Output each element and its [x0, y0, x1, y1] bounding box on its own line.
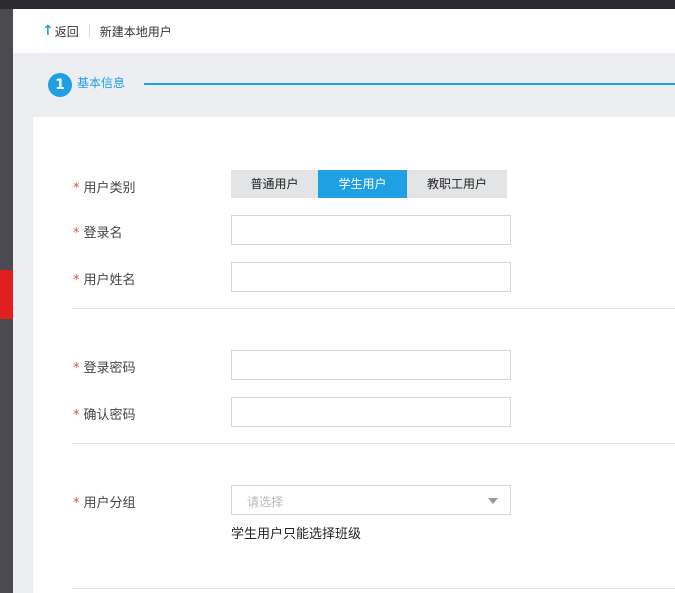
password-label: * 登录密码: [73, 361, 136, 376]
section-divider: [72, 443, 675, 444]
password-row: * 登录密码: [33, 350, 675, 380]
header-separator: [88, 24, 90, 38]
required-mark: *: [73, 361, 80, 376]
required-mark: *: [73, 181, 80, 196]
page-title: 新建本地用户: [99, 24, 172, 39]
user-group-row: * 用户分组 请选择: [33, 485, 675, 515]
user-group-select[interactable]: 请选择: [231, 485, 511, 515]
form-panel: * 用户类别 普通用户 学生用户 教职工用户 * 登录名 * 用户姓名 * 登录密码 *…: [33, 117, 675, 593]
confirm-password-row: * 确认密码: [33, 397, 675, 427]
user-type-option-normal[interactable]: 普通用户: [231, 170, 318, 198]
section-divider: [72, 308, 675, 309]
user-group-label: * 用户分组: [73, 496, 136, 511]
required-mark: *: [73, 273, 80, 288]
confirm-password-input[interactable]: [231, 397, 511, 427]
user-type-selector: 普通用户 学生用户 教职工用户: [231, 170, 507, 198]
caret-down-icon: [488, 498, 498, 504]
step-indicator: 1 基本信息: [13, 53, 675, 117]
page-header: ↑ 返回 新建本地用户: [13, 9, 675, 53]
user-type-option-staff[interactable]: 教职工用户: [407, 170, 507, 198]
user-type-row: * 用户类别 普通用户 学生用户 教职工用户: [33, 170, 675, 200]
login-name-input[interactable]: [231, 215, 511, 245]
required-mark: *: [73, 408, 80, 423]
real-name-row: * 用户姓名: [33, 262, 675, 292]
step-number: 1: [48, 73, 72, 97]
back-label: 返回: [54, 24, 79, 39]
section-divider: [72, 588, 675, 589]
password-input[interactable]: [231, 350, 511, 380]
real-name-label: * 用户姓名: [73, 273, 136, 288]
left-sidebar-strip: [0, 9, 13, 593]
user-group-placeholder: 请选择: [247, 495, 284, 509]
back-button[interactable]: ↑ 返回: [42, 23, 79, 40]
required-mark: *: [73, 226, 80, 241]
user-type-label: * 用户类别: [73, 181, 136, 196]
user-type-option-student[interactable]: 学生用户: [318, 170, 407, 198]
login-name-row: * 登录名: [33, 215, 675, 245]
user-group-hint: 学生用户只能选择班级: [231, 527, 362, 542]
confirm-password-label: * 确认密码: [73, 408, 136, 423]
step-label: 基本信息: [77, 76, 126, 90]
up-arrow-icon: ↑: [42, 23, 54, 39]
required-mark: *: [73, 496, 80, 511]
login-name-label: * 登录名: [73, 226, 123, 241]
step-progress-line: [144, 83, 675, 85]
sidebar-active-indicator[interactable]: [0, 270, 13, 319]
real-name-input[interactable]: [231, 262, 511, 292]
top-bar: [0, 0, 675, 9]
